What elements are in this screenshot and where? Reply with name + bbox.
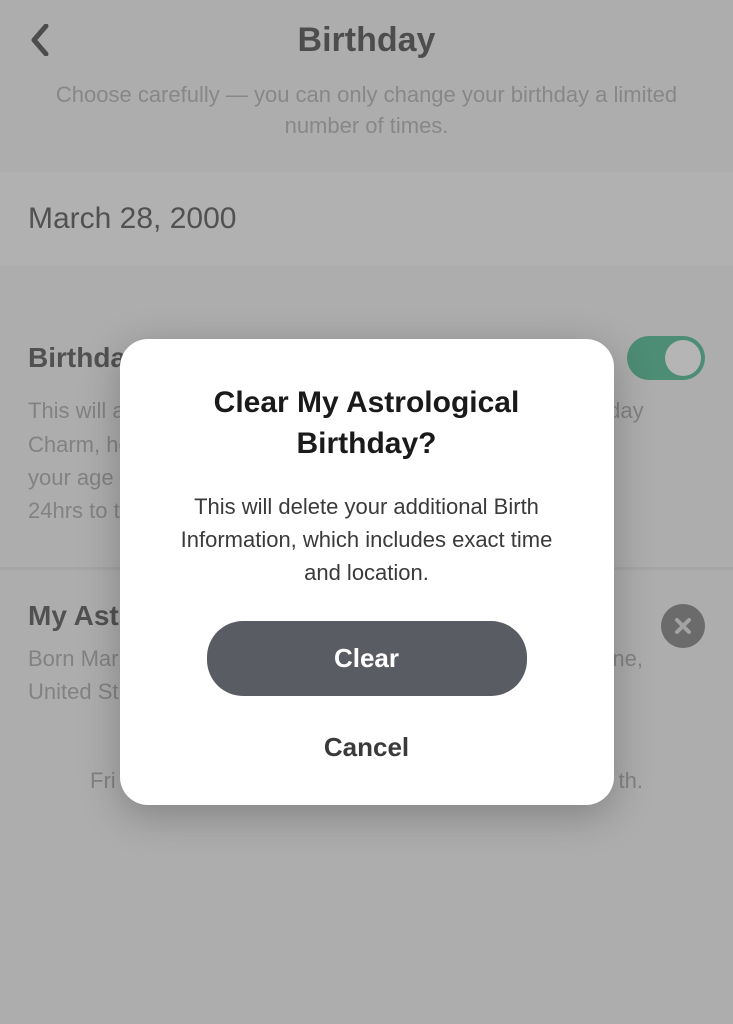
clear-astro-dialog: Clear My Astrological Birthday? This wil… [120,339,614,805]
cancel-button[interactable]: Cancel [156,718,578,769]
dialog-body: This will delete your additional Birth I… [156,490,578,589]
dialog-title: Clear My Astrological Birthday? [156,383,578,464]
modal-overlay[interactable]: Clear My Astrological Birthday? This wil… [0,0,733,1024]
clear-button[interactable]: Clear [207,621,527,696]
